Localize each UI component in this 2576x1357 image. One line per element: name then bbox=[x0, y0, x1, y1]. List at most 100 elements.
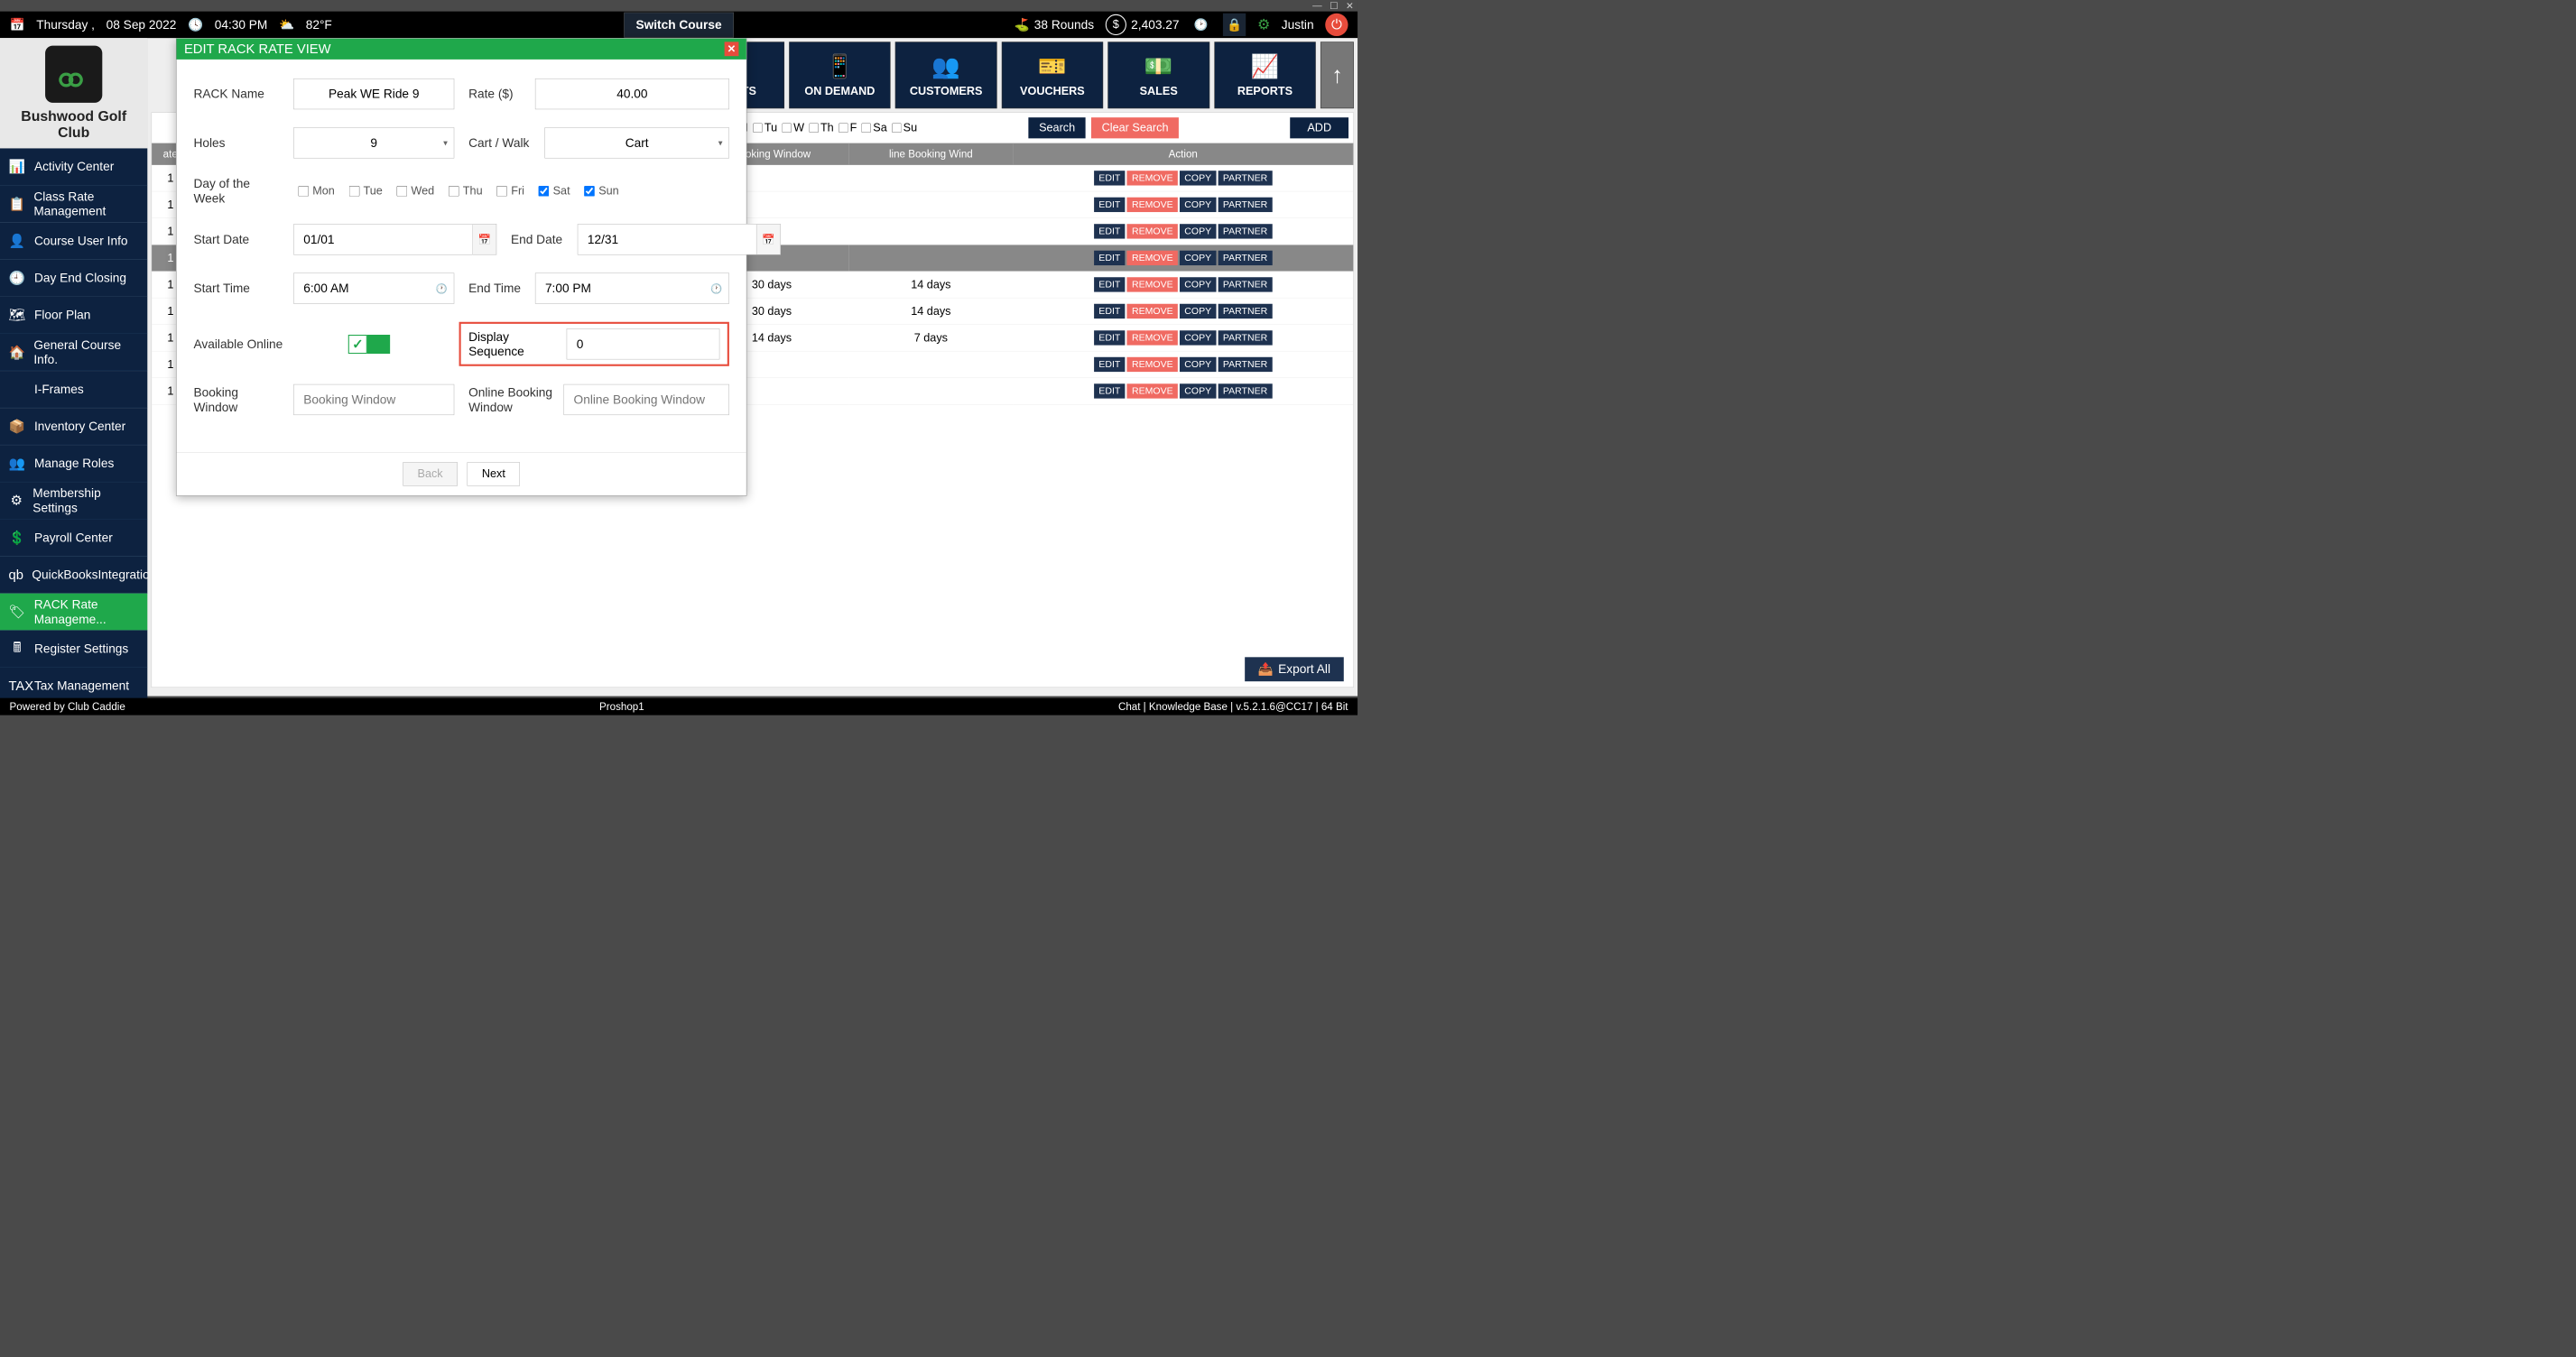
partner-button[interactable]: PARTNER bbox=[1219, 277, 1273, 291]
partner-button[interactable]: PARTNER bbox=[1219, 224, 1273, 238]
sidebar-item-9[interactable]: ⚙Membership Settings bbox=[0, 482, 147, 519]
sidebar-item-0[interactable]: 📊Activity Center bbox=[0, 148, 147, 185]
online-booking-window-input[interactable] bbox=[563, 384, 728, 415]
tile-customers[interactable]: 👥CUSTOMERS bbox=[895, 42, 996, 108]
sidebar-item-11[interactable]: qbQuickBooksIntegration bbox=[0, 557, 147, 594]
day-checkbox-sun[interactable]: Sun bbox=[584, 184, 618, 198]
rack-name-input[interactable] bbox=[293, 78, 454, 109]
add-button[interactable]: ADD bbox=[1290, 117, 1348, 138]
holes-select[interactable] bbox=[293, 127, 454, 158]
copy-button[interactable]: COPY bbox=[1180, 277, 1216, 291]
edit-button[interactable]: EDIT bbox=[1094, 277, 1126, 291]
export-all-button[interactable]: 📤Export All bbox=[1245, 657, 1344, 681]
partner-button[interactable]: PARTNER bbox=[1219, 330, 1273, 345]
edit-button[interactable]: EDIT bbox=[1094, 357, 1126, 372]
filter-day-Tu[interactable]: Tu bbox=[753, 121, 777, 134]
partner-button[interactable]: PARTNER bbox=[1219, 251, 1273, 265]
available-online-toggle[interactable]: ✓ bbox=[348, 335, 390, 354]
edit-button[interactable]: EDIT bbox=[1094, 304, 1126, 318]
sidebar-item-1[interactable]: 📋Class Rate Management bbox=[0, 186, 147, 223]
copy-button[interactable]: COPY bbox=[1180, 330, 1216, 345]
copy-button[interactable]: COPY bbox=[1180, 251, 1216, 265]
sidebar-item-8[interactable]: 👥Manage Roles bbox=[0, 445, 147, 482]
copy-button[interactable]: COPY bbox=[1180, 224, 1216, 238]
edit-button[interactable]: EDIT bbox=[1094, 251, 1126, 265]
sidebar-item-3[interactable]: 🕘Day End Closing bbox=[0, 260, 147, 297]
remove-button[interactable]: REMOVE bbox=[1127, 224, 1178, 238]
edit-button[interactable]: EDIT bbox=[1094, 383, 1126, 398]
booking-window-input[interactable] bbox=[293, 384, 454, 415]
switch-course-button[interactable]: Switch Course bbox=[624, 12, 734, 37]
back-button[interactable]: Back bbox=[403, 462, 458, 485]
day-checkbox-wed[interactable]: Wed bbox=[397, 184, 435, 198]
window-titlebar: — ☐ ✕ bbox=[0, 0, 1357, 12]
partner-button[interactable]: PARTNER bbox=[1219, 171, 1273, 185]
remove-button[interactable]: REMOVE bbox=[1127, 383, 1178, 398]
minimize-icon[interactable]: — bbox=[1312, 0, 1322, 11]
filter-day-Sa[interactable]: Sa bbox=[862, 121, 887, 134]
start-time-input[interactable] bbox=[293, 272, 454, 303]
cartwalk-select[interactable] bbox=[544, 127, 728, 158]
remove-button[interactable]: REMOVE bbox=[1127, 171, 1178, 185]
partner-button[interactable]: PARTNER bbox=[1219, 383, 1273, 398]
tile-on demand[interactable]: 📱ON DEMAND bbox=[789, 42, 890, 108]
search-button[interactable]: Search bbox=[1028, 117, 1085, 138]
close-window-icon[interactable]: ✕ bbox=[1346, 0, 1354, 12]
calendar-picker-icon[interactable]: 📅 bbox=[756, 224, 780, 254]
start-date-input[interactable] bbox=[293, 224, 473, 254]
maximize-icon[interactable]: ☐ bbox=[1330, 0, 1338, 12]
scroll-up-button[interactable]: ↑ bbox=[1320, 42, 1354, 108]
lock-button[interactable]: 🔒 bbox=[1223, 14, 1246, 36]
copy-button[interactable]: COPY bbox=[1180, 198, 1216, 212]
day-checkbox-tue[interactable]: Tue bbox=[349, 184, 383, 198]
modal-close-button[interactable]: ✕ bbox=[725, 42, 739, 56]
filter-day-W[interactable]: W bbox=[782, 121, 804, 134]
sidebar-item-7[interactable]: 📦Inventory Center bbox=[0, 408, 147, 445]
end-date-input[interactable] bbox=[578, 224, 757, 254]
filter-day-Th[interactable]: Th bbox=[809, 121, 833, 134]
filter-day-F[interactable]: F bbox=[839, 121, 857, 134]
tile-vouchers[interactable]: 🎫VOUCHERS bbox=[1002, 42, 1103, 108]
remove-button[interactable]: REMOVE bbox=[1127, 198, 1178, 212]
display-sequence-input[interactable] bbox=[567, 328, 720, 359]
sidebar-item-10[interactable]: 💲Payroll Center bbox=[0, 519, 147, 556]
edit-button[interactable]: EDIT bbox=[1094, 171, 1126, 185]
sidebar-item-12[interactable]: 🏷RACK Rate Manageme... bbox=[0, 594, 147, 631]
copy-button[interactable]: COPY bbox=[1180, 171, 1216, 185]
status-bar: Powered by Club Caddie Proshop1 Chat | K… bbox=[0, 698, 1357, 715]
rate-input[interactable] bbox=[535, 78, 729, 109]
edit-button[interactable]: EDIT bbox=[1094, 330, 1126, 345]
remove-button[interactable]: REMOVE bbox=[1127, 251, 1178, 265]
day-checkbox-thu[interactable]: Thu bbox=[449, 184, 483, 198]
sidebar-item-4[interactable]: 🗺Floor Plan bbox=[0, 297, 147, 334]
edit-button[interactable]: EDIT bbox=[1094, 224, 1126, 238]
day-checkbox-mon[interactable]: Mon bbox=[298, 184, 334, 198]
tile-sales[interactable]: 💵SALES bbox=[1107, 42, 1209, 108]
next-button[interactable]: Next bbox=[468, 462, 521, 485]
day-checkbox-sat[interactable]: Sat bbox=[539, 184, 570, 198]
tile-reports[interactable]: 📈REPORTS bbox=[1214, 42, 1315, 108]
sidebar-item-5[interactable]: 🏠General Course Info. bbox=[0, 334, 147, 371]
filter-day-Su[interactable]: Su bbox=[892, 121, 917, 134]
partner-button[interactable]: PARTNER bbox=[1219, 304, 1273, 318]
copy-button[interactable]: COPY bbox=[1180, 357, 1216, 372]
calendar-picker-icon[interactable]: 📅 bbox=[473, 224, 496, 254]
settings-icon[interactable]: ⚙ bbox=[1257, 16, 1270, 32]
clear-search-button[interactable]: Clear Search bbox=[1091, 117, 1179, 138]
remove-button[interactable]: REMOVE bbox=[1127, 277, 1178, 291]
copy-button[interactable]: COPY bbox=[1180, 383, 1216, 398]
partner-button[interactable]: PARTNER bbox=[1219, 198, 1273, 212]
day-checkbox-fri[interactable]: Fri bbox=[496, 184, 524, 198]
remove-button[interactable]: REMOVE bbox=[1127, 304, 1178, 318]
remove-button[interactable]: REMOVE bbox=[1127, 330, 1178, 345]
end-time-input[interactable] bbox=[535, 272, 729, 303]
sidebar-item-13[interactable]: 🖩Register Settings bbox=[0, 631, 147, 668]
history-icon[interactable]: 🕑 bbox=[1191, 14, 1211, 35]
remove-button[interactable]: REMOVE bbox=[1127, 357, 1178, 372]
edit-button[interactable]: EDIT bbox=[1094, 198, 1126, 212]
power-button[interactable]: ⏻ bbox=[1325, 14, 1348, 36]
partner-button[interactable]: PARTNER bbox=[1219, 357, 1273, 372]
sidebar-item-6[interactable]: I-Frames bbox=[0, 371, 147, 408]
copy-button[interactable]: COPY bbox=[1180, 304, 1216, 318]
sidebar-item-2[interactable]: 👤Course User Info bbox=[0, 223, 147, 260]
